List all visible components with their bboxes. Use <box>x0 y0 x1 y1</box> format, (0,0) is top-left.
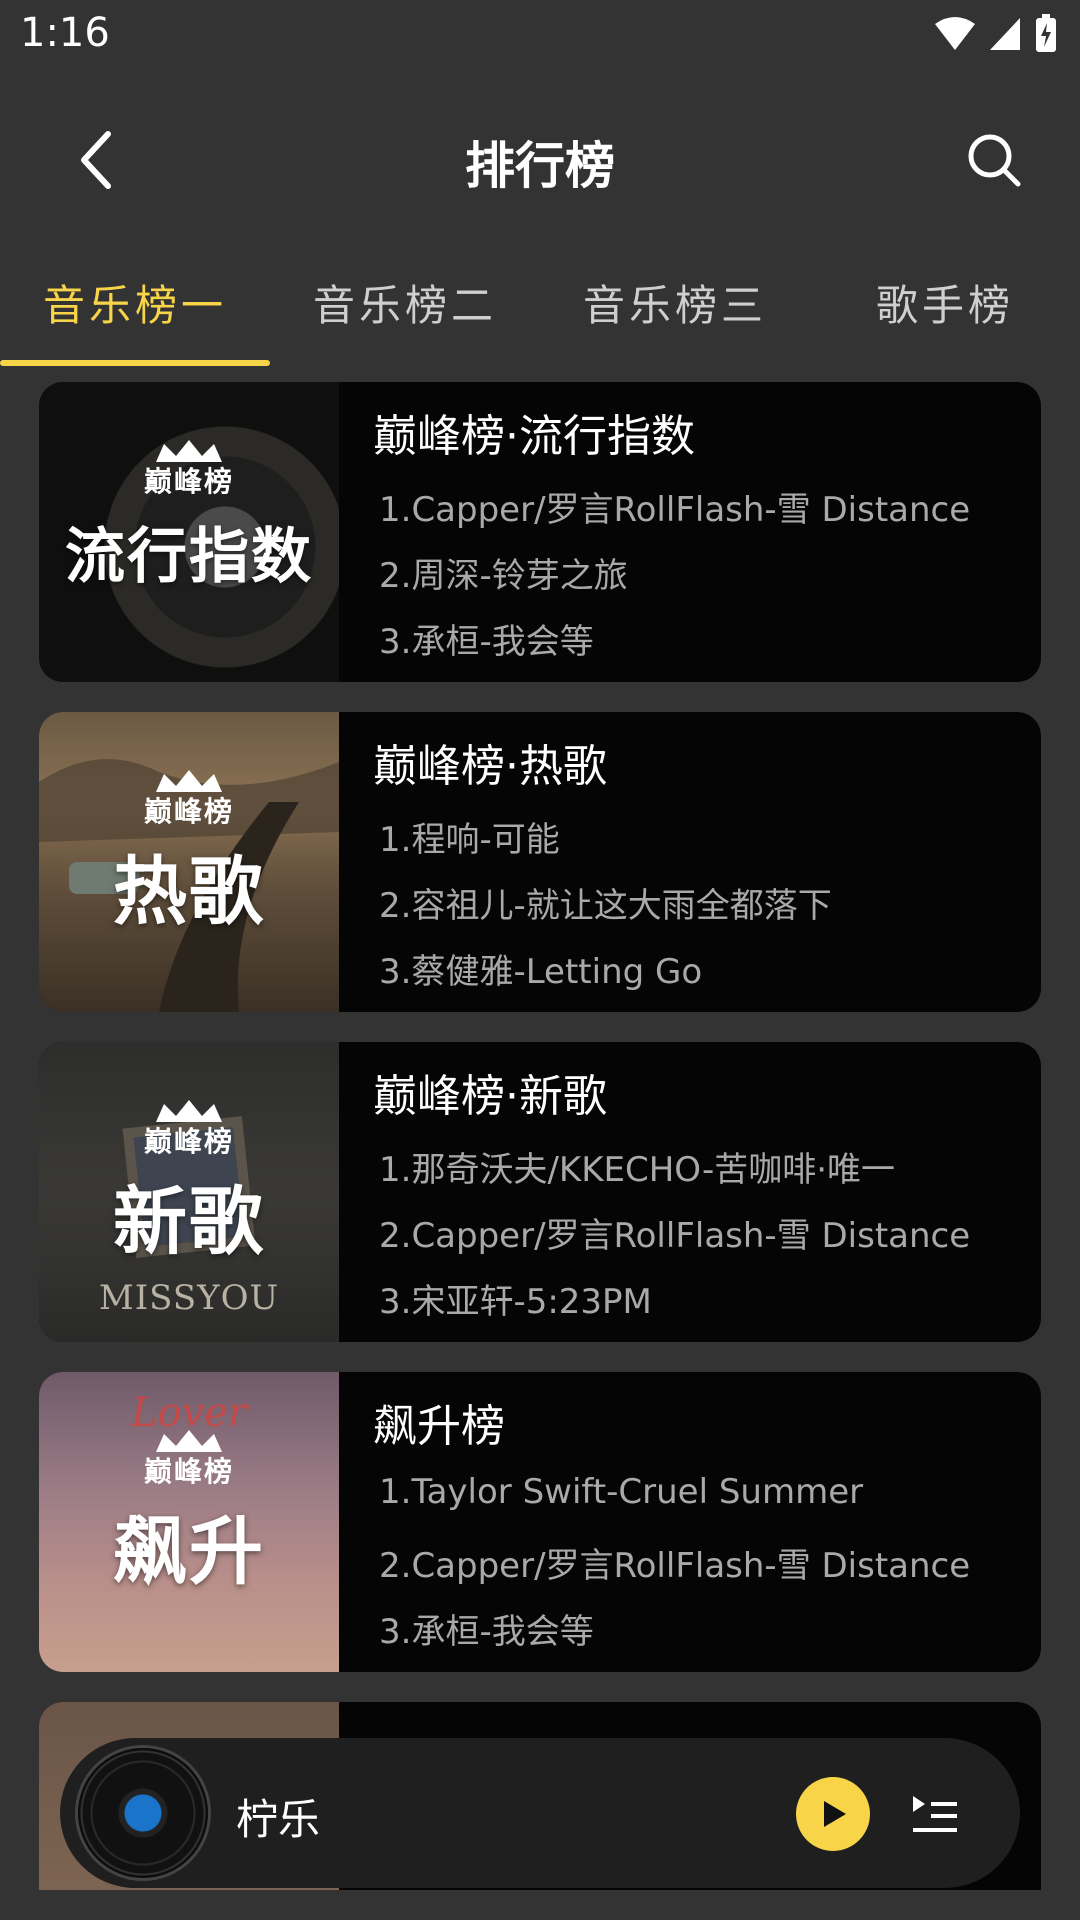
chart-title: 巅峰榜·流行指数 <box>373 411 695 462</box>
status-time: 1:16 <box>20 10 110 56</box>
cover-title: 热歌 <box>113 849 265 935</box>
chart-cover: 巅峰榜 流行指数 <box>39 382 339 682</box>
chart-song: 1.程响-可能 <box>379 820 560 860</box>
player-track-name: 柠乐 <box>236 1795 321 1844</box>
page-title: 排行榜 <box>465 137 615 195</box>
cover-title: 飙升 <box>113 1509 265 1595</box>
chart-song: 1.Taylor Swift-Cruel Summer <box>379 1472 864 1512</box>
mini-player[interactable]: 柠乐 <box>60 1738 1020 1888</box>
cover-brand: 巅峰榜 <box>143 795 234 828</box>
chart-cover: 巅峰榜 热歌 <box>39 712 339 1012</box>
chart-song: 3.承桓-我会等 <box>379 622 594 662</box>
chart-card[interactable]: 巅峰榜 新歌 MISSYOU 巅峰榜·新歌 1.那奇沃夫/KKECHO-苦咖啡·… <box>39 1042 1041 1342</box>
chart-song: 1.那奇沃夫/KKECHO-苦咖啡·唯一 <box>379 1150 896 1190</box>
app-header: 排行榜 <box>0 100 1080 215</box>
chart-card[interactable]: Lover 巅峰榜 飙升 飙升榜 1.Taylor Swift-Cruel Su… <box>39 1372 1041 1672</box>
cover-brand: 巅峰榜 <box>143 1125 234 1158</box>
chart-song: 3.承桓-我会等 <box>379 1612 594 1652</box>
tab-music-chart-3[interactable]: 音乐榜三 <box>540 256 810 368</box>
play-icon <box>824 1801 846 1827</box>
cover-title: 流行指数 <box>65 522 313 592</box>
chart-song: 2.Capper/罗言RollFlash-雪 Distance <box>379 1216 971 1256</box>
chart-song: 2.Capper/罗言RollFlash-雪 Distance <box>379 1546 971 1586</box>
search-icon <box>968 134 1021 187</box>
cellular-signal-icon <box>990 18 1020 50</box>
album-disc <box>78 1748 208 1878</box>
tab-music-chart-2[interactable]: 音乐榜二 <box>270 256 540 368</box>
cover-caption: MISSYOU <box>98 1278 280 1318</box>
status-icons <box>934 14 1058 54</box>
tab-singer-chart[interactable]: 歌手榜 <box>810 256 1080 368</box>
chart-cover: 巅峰榜 新歌 MISSYOU <box>39 1042 339 1342</box>
chart-song: 2.周深-铃芽之旅 <box>379 556 628 596</box>
chart-title: 巅峰榜·热歌 <box>373 741 607 792</box>
chart-title: 巅峰榜·新歌 <box>373 1071 607 1122</box>
play-button[interactable] <box>796 1777 870 1851</box>
cover-brand: 巅峰榜 <box>143 1455 234 1488</box>
status-bar: 1:16 <box>0 0 1080 72</box>
chart-tabs: 音乐榜一 音乐榜二 音乐榜三 歌手榜 <box>0 256 1080 368</box>
chart-song: 1.Capper/罗言RollFlash-雪 Distance <box>379 490 971 530</box>
cover-brand: 巅峰榜 <box>143 465 234 498</box>
tab-music-chart-1[interactable]: 音乐榜一 <box>0 256 270 368</box>
search-button[interactable] <box>956 122 1032 198</box>
playlist-button[interactable] <box>904 1782 968 1846</box>
battery-icon <box>1036 14 1056 52</box>
chart-title: 飙升榜 <box>373 1401 505 1452</box>
chart-cover: Lover 巅峰榜 飙升 <box>39 1372 339 1672</box>
active-tab-indicator <box>0 360 270 366</box>
chart-song: 3.蔡健雅-Letting Go <box>379 952 703 992</box>
playlist-icon <box>913 1796 957 1832</box>
wifi-icon <box>935 17 975 50</box>
chart-song: 2.容祖儿-就让这大雨全都落下 <box>379 886 832 926</box>
chart-song: 3.宋亚轩-5:23PM <box>379 1282 652 1322</box>
chart-card[interactable]: 巅峰榜 流行指数 巅峰榜·流行指数 1.Capper/罗言RollFlash-雪… <box>39 382 1041 682</box>
chart-card[interactable]: 巅峰榜 热歌 巅峰榜·热歌 1.程响-可能 2.容祖儿-就让这大雨全都落下 3.… <box>39 712 1041 1012</box>
cover-title: 新歌 <box>113 1179 265 1265</box>
